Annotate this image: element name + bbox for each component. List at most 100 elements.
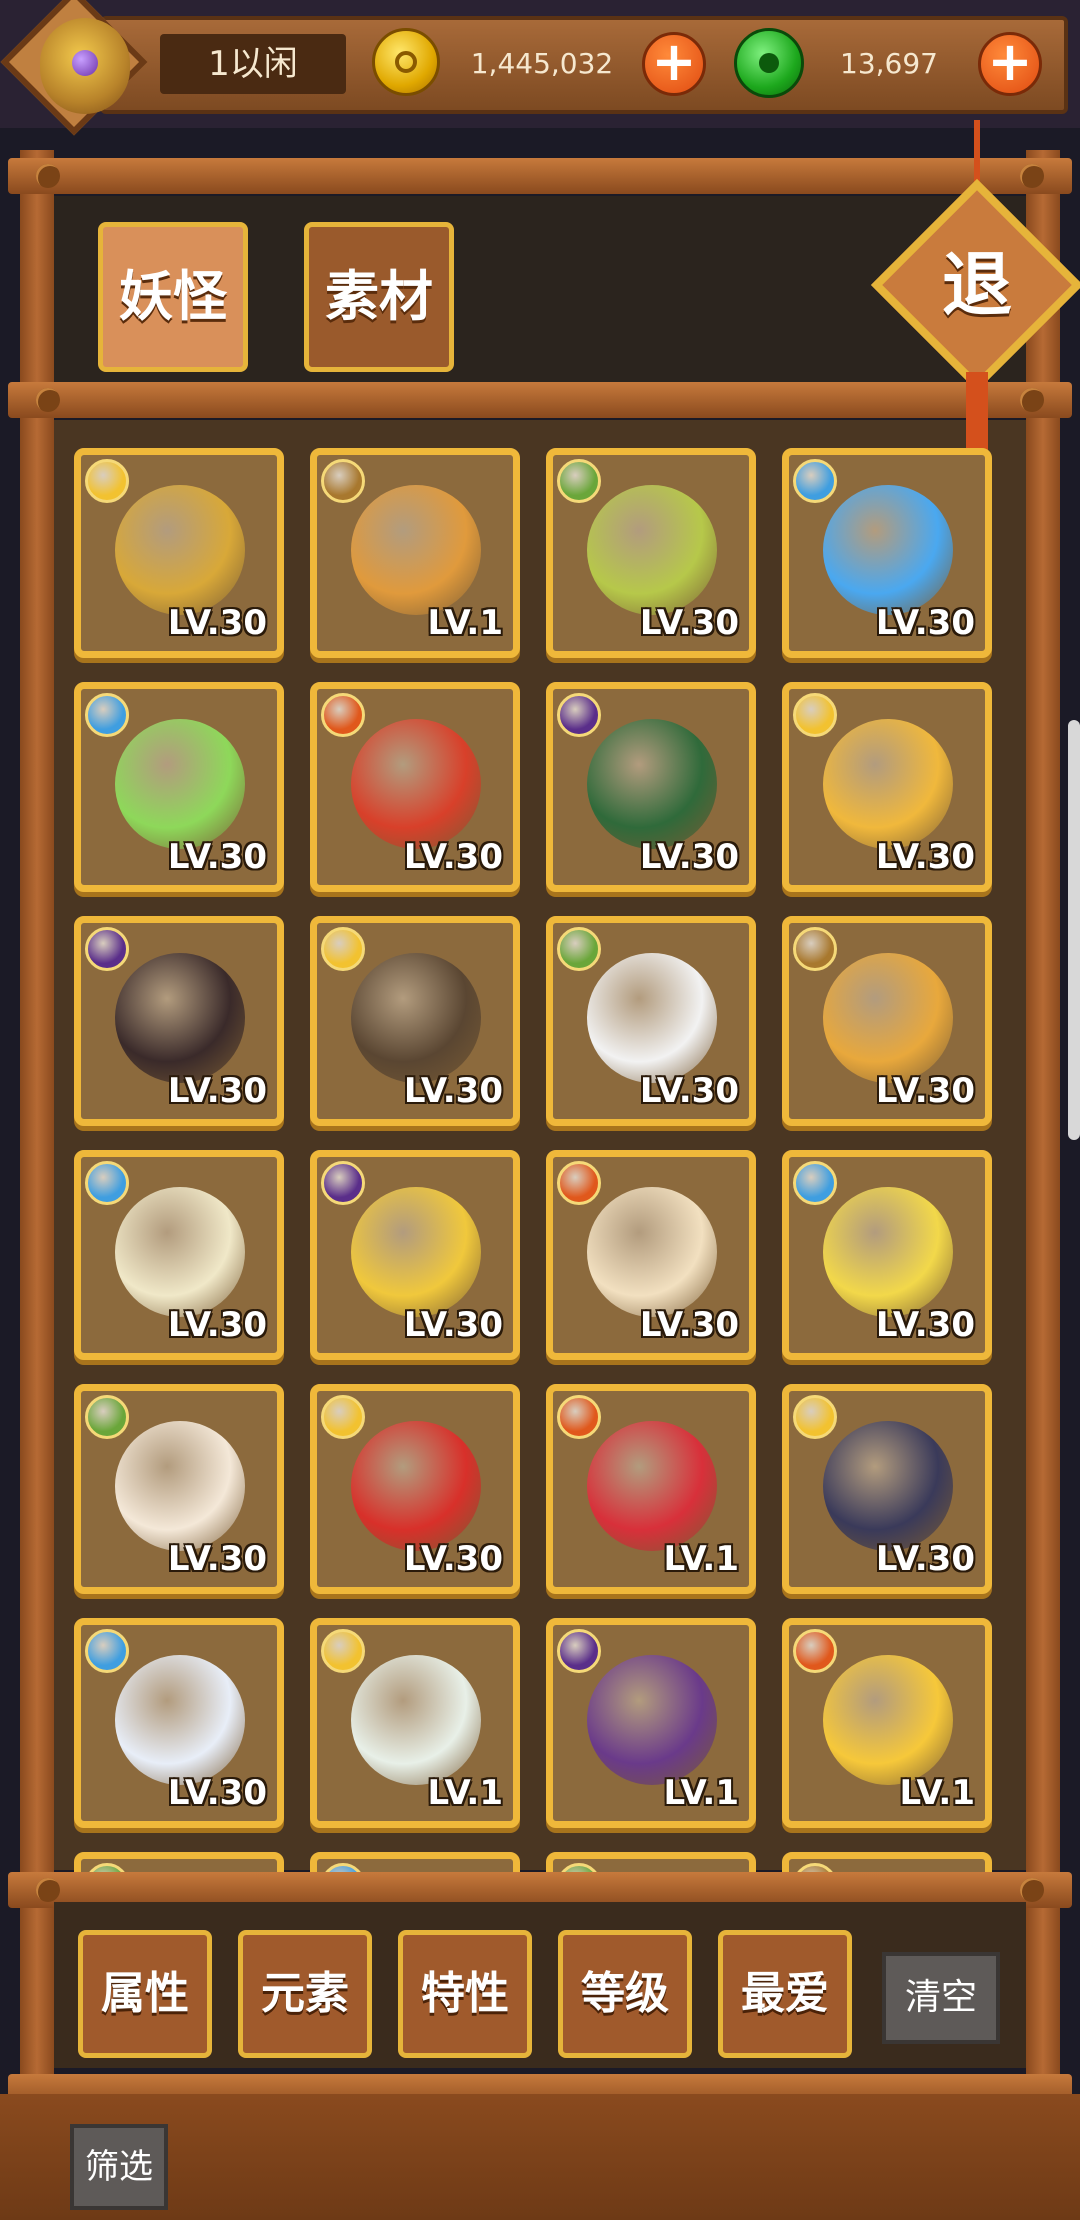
monster-portrait — [115, 485, 245, 615]
monster-portrait — [351, 953, 481, 1083]
jade-amount: 13,697 — [840, 47, 938, 80]
monster-card[interactable] — [74, 1852, 284, 1872]
monster-level: LV.30 — [167, 1539, 267, 1579]
monster-level: LV.30 — [639, 603, 739, 643]
monster-card[interactable]: LV.30 — [546, 448, 756, 658]
monster-card[interactable]: LV.30 — [74, 1150, 284, 1360]
monster-portrait — [587, 485, 717, 615]
moon-element-icon — [321, 1161, 365, 1205]
monster-card[interactable]: LV.30 — [782, 1384, 992, 1594]
sun-element-icon — [321, 1629, 365, 1673]
monster-card[interactable]: LV.30 — [782, 1150, 992, 1360]
monster-level: LV.30 — [875, 1305, 975, 1345]
monster-portrait — [823, 1421, 953, 1551]
monster-card[interactable]: LV.1 — [782, 1618, 992, 1828]
filter-level-button[interactable]: 等级 — [558, 1930, 692, 2058]
monster-level: LV.1 — [427, 1773, 504, 1813]
exit-label[interactable]: 退 — [902, 210, 1052, 360]
fire-element-icon — [557, 1161, 601, 1205]
bolt-icon — [1020, 388, 1044, 412]
monster-card[interactable] — [310, 1852, 520, 1872]
monster-level: LV.1 — [899, 1773, 976, 1813]
sun-element-icon — [85, 459, 129, 503]
monster-level: LV.30 — [403, 1071, 503, 1111]
sun-element-icon — [321, 927, 365, 971]
monster-card[interactable]: LV.1 — [310, 1618, 520, 1828]
monster-level: LV.30 — [167, 1773, 267, 1813]
water-element-icon — [85, 693, 129, 737]
coin-icon — [372, 28, 440, 96]
jade-icon — [734, 28, 804, 98]
monster-card[interactable]: LV.30 — [310, 1150, 520, 1360]
avatar-gem-icon — [72, 50, 98, 76]
earth-element-icon — [321, 459, 365, 503]
monster-level: LV.1 — [427, 603, 504, 643]
moon-element-icon — [557, 1629, 601, 1673]
frame-left-post — [20, 150, 54, 2110]
bolt-icon — [1020, 164, 1044, 188]
monster-card[interactable]: LV.30 — [74, 682, 284, 892]
monster-card[interactable]: LV.30 — [310, 1384, 520, 1594]
tab-materials[interactable]: 素材 — [304, 222, 454, 372]
sun-element-icon — [793, 1395, 837, 1439]
top-resource-bar: 1以闲 1,445,032 + 13,697 + — [0, 0, 1080, 136]
water-element-icon — [85, 1161, 129, 1205]
monster-card[interactable]: LV.30 — [546, 916, 756, 1126]
monster-grid: LV.30 LV.1 LV.30 LV.30 LV.30 LV.30 LV.30 LV.30 L… — [74, 448, 1004, 1872]
monster-card[interactable] — [546, 1852, 756, 1872]
earth-element-icon — [793, 1863, 837, 1872]
monster-card[interactable]: LV.30 — [782, 448, 992, 658]
monster-level: LV.30 — [875, 1071, 975, 1111]
monster-level: LV.30 — [167, 837, 267, 877]
monster-level: LV.30 — [403, 1305, 503, 1345]
monster-card[interactable]: LV.30 — [782, 916, 992, 1126]
monster-level: LV.1 — [663, 1773, 740, 1813]
monster-portrait — [115, 953, 245, 1083]
monster-card[interactable]: LV.30 — [74, 448, 284, 658]
monster-level: LV.30 — [639, 1071, 739, 1111]
monster-portrait — [587, 719, 717, 849]
sun-element-icon — [793, 693, 837, 737]
add-jade-button[interactable]: + — [978, 32, 1042, 96]
moon-element-icon — [557, 693, 601, 737]
bolt-icon — [36, 388, 60, 412]
monster-level: LV.1 — [663, 1539, 740, 1579]
monster-portrait — [823, 1655, 953, 1785]
monster-portrait — [351, 1655, 481, 1785]
tab-monsters[interactable]: 妖怪 — [98, 222, 248, 372]
sun-element-icon — [321, 1395, 365, 1439]
monster-portrait — [115, 1187, 245, 1317]
monster-card[interactable]: LV.30 — [74, 1384, 284, 1594]
monster-card[interactable]: LV.1 — [546, 1618, 756, 1828]
gold-amount: 1,445,032 — [470, 47, 614, 80]
monster-card[interactable]: LV.1 — [310, 448, 520, 658]
monster-level: LV.30 — [167, 1305, 267, 1345]
fire-element-icon — [557, 1395, 601, 1439]
scrollbar[interactable] — [1068, 720, 1080, 1140]
bolt-icon — [1020, 1878, 1044, 1902]
monster-card[interactable] — [782, 1852, 992, 1872]
filter-attribute-button[interactable]: 属性 — [78, 1930, 212, 2058]
add-gold-button[interactable]: + — [642, 32, 706, 96]
bolt-icon — [36, 1878, 60, 1902]
filter-element-button[interactable]: 元素 — [238, 1930, 372, 2058]
wood-element-icon — [557, 1863, 601, 1872]
monster-card[interactable]: LV.30 — [74, 916, 284, 1126]
monster-card[interactable]: LV.30 — [546, 1150, 756, 1360]
moon-element-icon — [85, 927, 129, 971]
wood-element-icon — [557, 927, 601, 971]
monster-portrait — [115, 1421, 245, 1551]
filter-toggle-button[interactable]: 筛选 — [70, 2124, 168, 2210]
clear-filters-button[interactable]: 清空 — [882, 1952, 1000, 2044]
filter-trait-button[interactable]: 特性 — [398, 1930, 532, 2058]
monster-card[interactable]: LV.30 — [74, 1618, 284, 1828]
filter-favorite-button[interactable]: 最爱 — [718, 1930, 852, 2058]
monster-card[interactable]: LV.30 — [310, 682, 520, 892]
wood-element-icon — [85, 1395, 129, 1439]
monster-card[interactable]: LV.30 — [310, 916, 520, 1126]
monster-card[interactable]: LV.30 — [546, 682, 756, 892]
monster-card[interactable]: LV.30 — [782, 682, 992, 892]
monster-level: LV.30 — [167, 1071, 267, 1111]
water-element-icon — [793, 1161, 837, 1205]
monster-card[interactable]: LV.1 — [546, 1384, 756, 1594]
